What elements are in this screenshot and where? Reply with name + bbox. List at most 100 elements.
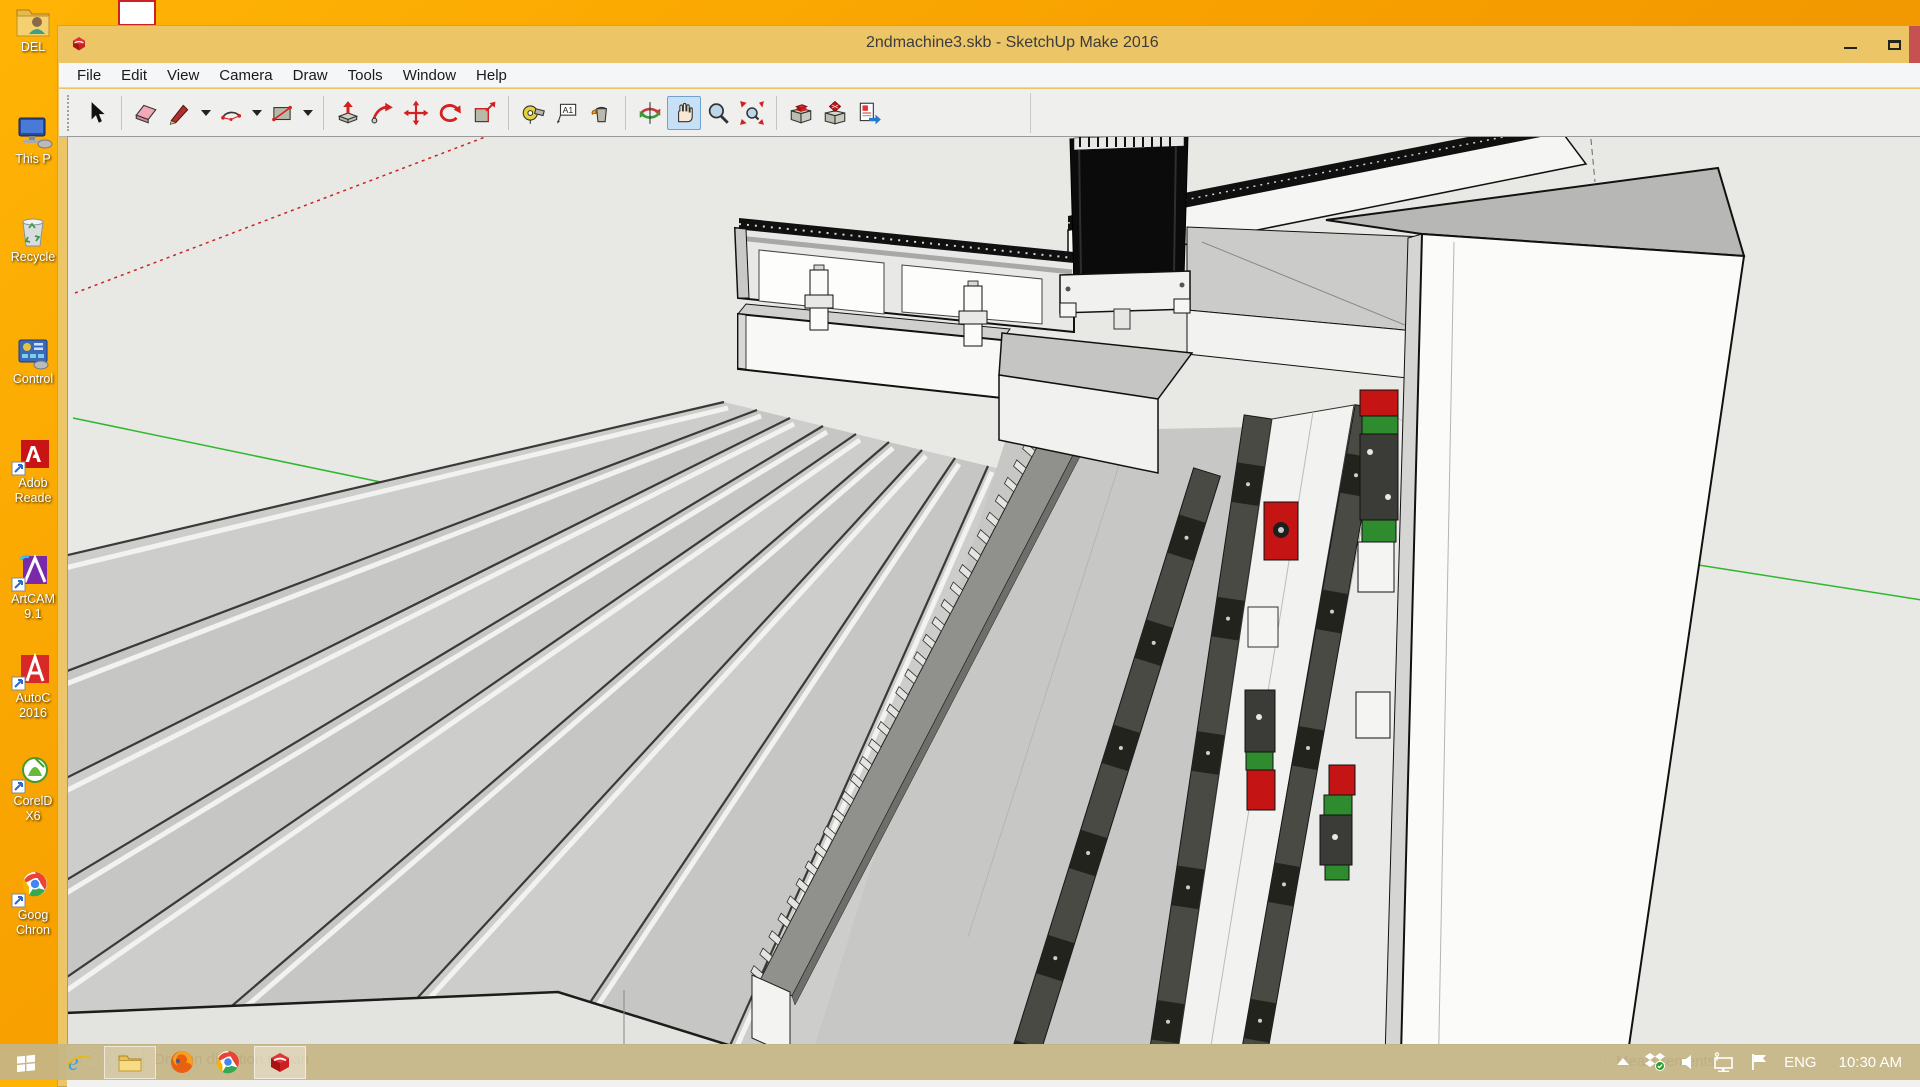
menu-draw[interactable]: Draw [283, 64, 338, 87]
desktop-icon-label: Recycle [1, 250, 57, 265]
get-models-tool-icon[interactable] [784, 96, 818, 130]
folder-icon [11, 2, 55, 40]
push-pull-tool-icon[interactable] [331, 96, 365, 130]
menu-file[interactable]: File [67, 64, 111, 87]
dropbox-icon[interactable] [1644, 1052, 1666, 1072]
desktop-icon-label: CorelD [1, 794, 57, 809]
taskbar-firefox[interactable] [162, 1044, 202, 1080]
viewport[interactable] [67, 136, 1920, 1045]
recycle-icon [11, 212, 55, 250]
desktop-icon-column: DEL This P Recycle Control AdobReade ArtCAM9.… [0, 0, 57, 1080]
send-model-tool-icon[interactable] [852, 96, 886, 130]
menu-view[interactable]: View [157, 64, 209, 87]
clock[interactable]: 10:30 AM [1839, 1054, 1902, 1071]
maximize-button[interactable] [1874, 26, 1914, 63]
text-tool-icon[interactable]: A1 [550, 96, 584, 130]
minimize-button[interactable] [1830, 26, 1870, 63]
taskbar-sketchup[interactable] [254, 1046, 306, 1079]
desktop-icon-label: 9.1 [1, 607, 57, 622]
desktop-icon-chrome[interactable]: GoogChron [1, 870, 57, 938]
dd-arc-tool-icon[interactable] [248, 96, 265, 130]
taskbar-ie[interactable]: e [58, 1044, 98, 1080]
desktop-icon-label: AutoC [1, 691, 57, 706]
toolbar-separator [776, 96, 777, 130]
desktop-icon-label: X6 [1, 809, 57, 824]
title-bar[interactable]: 2ndmachine3.skb - SketchUp Make 2016 [58, 26, 1920, 63]
rectangle-tool-icon[interactable] [265, 96, 299, 130]
desktop-icon-label: Adob [1, 476, 57, 491]
language-indicator[interactable]: ENG [1784, 1054, 1817, 1071]
desktop-icon-label: This P [1, 152, 57, 167]
toolbar-separator [121, 96, 122, 130]
sketchup-logo-icon [70, 34, 88, 52]
desktop-icon-label: Chron [1, 923, 57, 938]
menu-window[interactable]: Window [393, 64, 466, 87]
follow-me-tool-icon[interactable] [365, 96, 399, 130]
adobe-icon [11, 438, 55, 476]
desktop-icon-label: 2016 [1, 706, 57, 721]
rotate-tool-icon[interactable] [433, 96, 467, 130]
desktop-icon-adobe[interactable]: AdobReade [1, 438, 57, 506]
system-tray: ENG 10:30 AM [1616, 1052, 1920, 1072]
sketchup-window: 2ndmachine3.skb - SketchUp Make 2016 Fil… [57, 25, 1920, 1087]
toolbar-separator [625, 96, 626, 130]
menu-edit[interactable]: Edit [111, 64, 157, 87]
dd-rect-tool-icon[interactable] [299, 96, 316, 130]
desktop-icon-label: Control [1, 372, 57, 387]
network-icon[interactable] [1712, 1052, 1736, 1072]
zoom-tool-icon[interactable] [701, 96, 735, 130]
toolbar-end-divider [1030, 93, 1031, 133]
partial-desktop-icon [118, 0, 156, 26]
share-model-tool-icon[interactable] [818, 96, 852, 130]
autocad-icon [11, 653, 55, 691]
desktop-icon-folder[interactable]: DEL [1, 2, 57, 55]
desktop-icon-label: ArtCAM [1, 592, 57, 607]
tape-measure-tool-icon[interactable] [516, 96, 550, 130]
viewport-3d-scene[interactable] [68, 137, 1920, 1045]
control-icon [11, 334, 55, 372]
desktop-icon-recycle[interactable]: Recycle [1, 212, 57, 265]
paint-bucket-tool-icon[interactable] [584, 96, 618, 130]
desktop-icon-label: DEL [1, 40, 57, 55]
svg-text:A1: A1 [563, 105, 574, 115]
arc-tool-icon[interactable] [214, 96, 248, 130]
move-tool-icon[interactable] [399, 96, 433, 130]
taskbar: e ENG 10:30 AM [0, 1044, 1920, 1080]
menu-bar: FileEditViewCameraDrawToolsWindowHelp [59, 63, 1920, 88]
start-button[interactable] [0, 1044, 52, 1080]
pc-icon [11, 114, 55, 152]
taskbar-explorer[interactable] [104, 1046, 156, 1079]
desktop-icon-control[interactable]: Control [1, 334, 57, 387]
action-center-flag-icon[interactable] [1750, 1053, 1770, 1071]
taskbar-chrome[interactable] [208, 1044, 248, 1080]
chrome-icon [11, 870, 55, 908]
corel-icon [11, 756, 55, 794]
dd-line-tool-icon[interactable] [197, 96, 214, 130]
desktop-icon-corel[interactable]: CorelDX6 [1, 756, 57, 824]
hidden-icons-chevron-icon[interactable] [1616, 1057, 1630, 1067]
orbit-tool-icon[interactable] [633, 96, 667, 130]
desktop-icon-label: Reade [1, 491, 57, 506]
toolbar-drag-handle[interactable] [67, 95, 72, 131]
desktop-icon-label: Goog [1, 908, 57, 923]
close-button[interactable] [1909, 26, 1920, 63]
desktop-icon-pc[interactable]: This P [1, 114, 57, 167]
toolbar-separator [323, 96, 324, 130]
desktop-icon-artcam[interactable]: ArtCAM9.1 [1, 554, 57, 622]
zoom-extents-tool-icon[interactable] [735, 96, 769, 130]
line-tool-icon[interactable] [163, 96, 197, 130]
eraser-tool-icon[interactable] [129, 96, 163, 130]
toolbar-separator [508, 96, 509, 130]
select-tool-icon[interactable] [80, 96, 114, 130]
menu-help[interactable]: Help [466, 64, 517, 87]
menu-tools[interactable]: Tools [338, 64, 393, 87]
menu-camera[interactable]: Camera [209, 64, 282, 87]
volume-icon[interactable] [1680, 1053, 1698, 1071]
toolbar: A1 [59, 89, 1920, 137]
artcam-icon [11, 554, 55, 592]
windows-logo-icon [14, 1050, 38, 1074]
window-title: 2ndmachine3.skb - SketchUp Make 2016 [866, 34, 1159, 52]
offset-tool-icon[interactable] [467, 96, 501, 130]
pan-tool-icon[interactable] [667, 96, 701, 130]
desktop-icon-autocad[interactable]: AutoC2016 [1, 653, 57, 721]
